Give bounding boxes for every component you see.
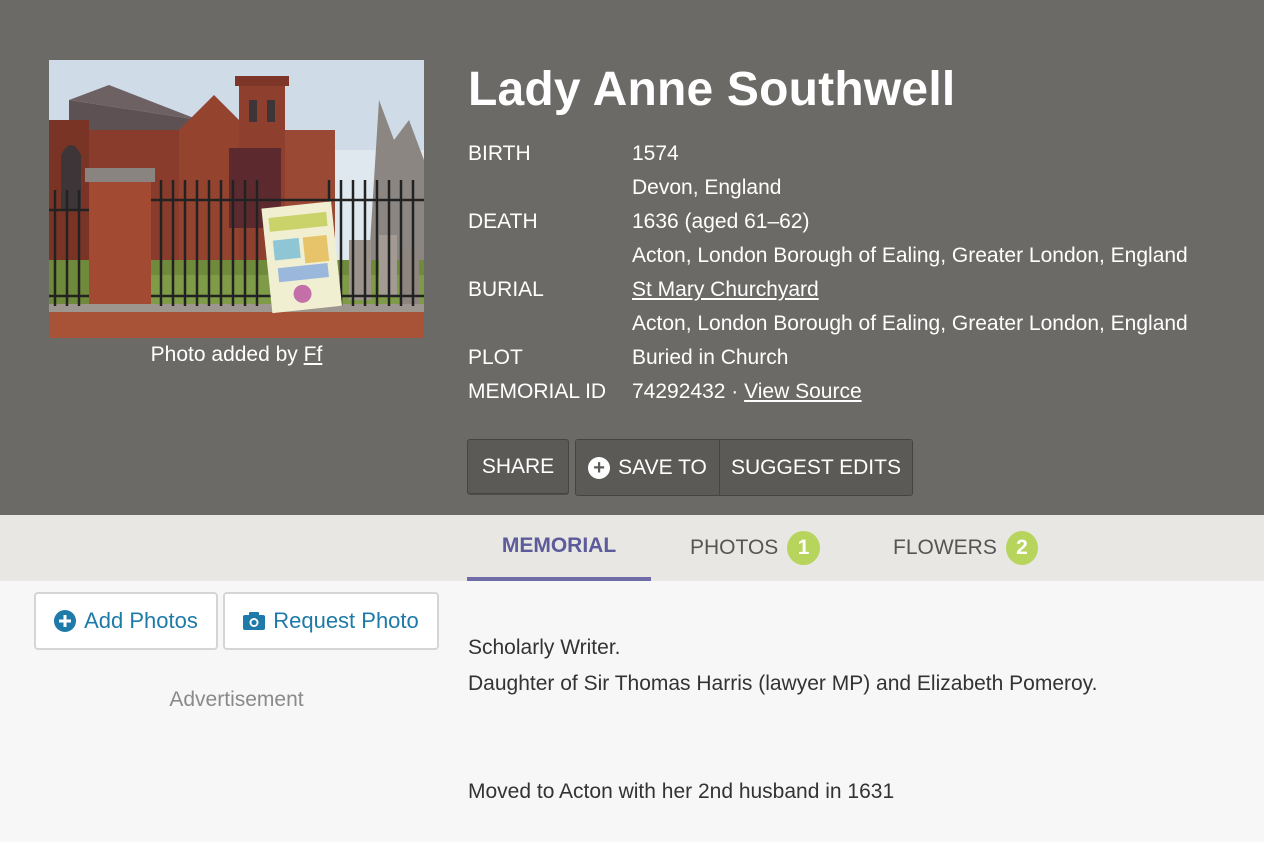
birth-place: Devon, England: [632, 176, 782, 199]
burial-label: BURIAL: [468, 278, 544, 301]
tab-photos-label: PHOTOS: [690, 536, 779, 559]
suggest-edits-button[interactable]: SUGGEST EDITS: [720, 440, 912, 495]
tab-memorial-label: MEMORIAL: [501, 534, 617, 557]
cemetery-link[interactable]: St Mary Churchyard: [632, 278, 819, 301]
bio-line: Moved to Acton with her 2nd husband in 1…: [468, 780, 895, 803]
plus-circle-icon: +: [588, 456, 611, 479]
save-to-label: SAVE TO: [618, 455, 707, 479]
add-photos-button[interactable]: Add Photos: [34, 592, 218, 650]
burial-place: Acton, London Borough of Ealing, Greater…: [632, 312, 1188, 335]
view-source-link[interactable]: View Source: [744, 380, 862, 403]
request-photo-label: Request Photo: [273, 608, 419, 633]
death-place: Acton, London Borough of Ealing, Greater…: [632, 244, 1188, 267]
plot-value: Buried in Church: [632, 346, 789, 369]
death-label: DEATH: [468, 210, 538, 233]
memorial-id-separator: ·: [725, 380, 745, 403]
suggest-edits-label: SUGGEST EDITS: [731, 455, 901, 479]
bio-line: Daughter of Sir Thomas Harris (lawyer MP…: [468, 672, 1098, 695]
death-date: 1636 (aged 61–62): [632, 210, 810, 233]
memorial-bio: Scholarly Writer. Daughter of Sir Thomas…: [468, 630, 1097, 810]
tab-flowers-label: FLOWERS: [893, 536, 997, 559]
tab-flowers[interactable]: FLOWERS 2: [893, 515, 1038, 581]
memorial-actions: SHARE + SAVE TO SUGGEST EDITS: [467, 439, 913, 496]
memorial-id: 74292432: [632, 380, 726, 403]
photos-count-badge: 1: [787, 531, 820, 565]
save-to-button[interactable]: + SAVE TO: [576, 440, 720, 495]
share-label: SHARE: [481, 454, 555, 478]
memorial-facts: BIRTH 1574 Devon, England DEATH 1636 (ag…: [468, 137, 1188, 409]
memorial-id-row: MEMORIAL ID 74292432 · View Source: [468, 375, 1188, 409]
memorial-header: Photo added by Ff Lady Anne Southwell BI…: [0, 0, 1264, 515]
birth-date: 1574: [632, 142, 679, 165]
bio-line: Scholarly Writer.: [468, 636, 621, 659]
plot-label: PLOT: [468, 346, 523, 369]
tab-photos[interactable]: PHOTOS 1: [690, 515, 820, 581]
memorial-tabs: MEMORIAL PHOTOS 1 FLOWERS 2: [0, 515, 1264, 581]
church-photo-image: [49, 60, 424, 338]
birth-row: BIRTH 1574: [468, 137, 1188, 171]
advertisement-label: Advertisement: [169, 688, 304, 711]
birth-place-row: Devon, England: [468, 171, 1188, 205]
burial-place-row: Acton, London Borough of Ealing, Greater…: [468, 307, 1188, 341]
burial-row: BURIAL St Mary Churchyard: [468, 273, 1188, 307]
memorial-photo[interactable]: [49, 60, 424, 338]
photo-credit: Photo added by Ff: [49, 343, 424, 367]
plot-row: PLOT Buried in Church: [468, 341, 1188, 375]
save-suggest-group: + SAVE TO SUGGEST EDITS: [575, 439, 913, 496]
tab-memorial[interactable]: MEMORIAL: [467, 515, 651, 581]
add-photos-label: Add Photos: [84, 608, 198, 633]
death-row: DEATH 1636 (aged 61–62): [468, 205, 1188, 239]
camera-icon: [243, 612, 266, 630]
photo-credit-prefix: Photo added by: [150, 343, 298, 366]
flowers-count-badge: 2: [1005, 531, 1038, 565]
memorial-name: Lady Anne Southwell: [468, 63, 956, 116]
share-button[interactable]: SHARE: [467, 439, 569, 494]
plus-circle-icon: [54, 610, 77, 632]
death-place-row: Acton, London Borough of Ealing, Greater…: [468, 239, 1188, 273]
memorial-id-label: MEMORIAL ID: [468, 380, 607, 403]
photo-contributor-link[interactable]: Ff: [304, 343, 323, 366]
birth-label: BIRTH: [468, 142, 531, 165]
request-photo-button[interactable]: Request Photo: [223, 592, 439, 650]
